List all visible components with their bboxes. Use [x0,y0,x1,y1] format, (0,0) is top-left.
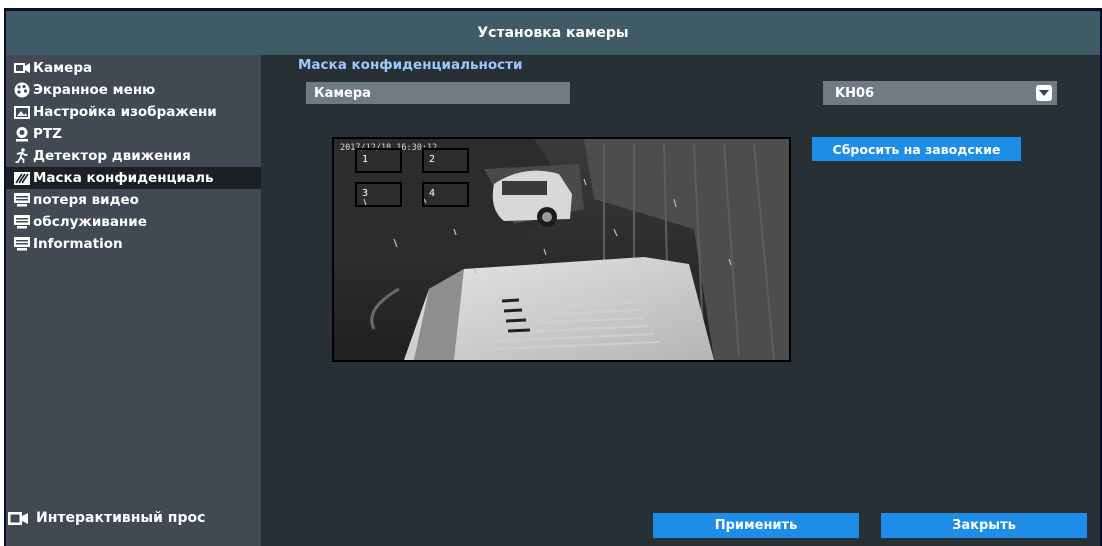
live-view-button[interactable]: Интерактивный прос [8,503,248,533]
palette-icon [13,81,31,99]
channel-select-value: KH06 [835,85,875,101]
mask-area-2[interactable]: 2 [422,148,469,173]
section-title: Маска конфиденциальности [298,57,523,73]
sidebar-item-label: Маска конфиденциаль [33,170,214,186]
monitor-icon [13,191,31,209]
window-title: Установка камеры [6,11,1100,55]
sidebar: Камера Экранное меню Настройка изображен… [6,55,261,546]
channel-select[interactable]: KH06 [823,81,1057,105]
sidebar-item-privacy-mask[interactable]: Маска конфиденциаль [6,167,261,189]
ptz-icon [13,125,31,143]
camera-preview-image [334,139,789,360]
sidebar-item-motion-detection[interactable]: Детектор движения [6,145,261,167]
sidebar-item-video-loss[interactable]: потеря видео [6,189,261,211]
sidebar-item-label: потеря видео [33,192,139,208]
close-button[interactable]: Закрыть [881,513,1087,538]
sidebar-item-camera[interactable]: Камера [6,57,261,79]
sidebar-item-label: Камера [33,60,93,76]
sidebar-item-ptz[interactable]: PTZ [6,123,261,145]
chevron-down-icon[interactable] [1036,85,1052,101]
monitor-icon [13,235,31,253]
sidebar-item-label: Экранное меню [33,82,156,98]
mask-area-4[interactable]: 4 [422,182,469,207]
sidebar-item-label: обслуживание [33,214,147,230]
sidebar-item-label: Детектор движения [33,148,191,164]
sidebar-item-label: PTZ [33,126,62,142]
mask-area-label: 4 [429,188,436,199]
mask-area-label: 2 [429,154,436,165]
camera-icon [8,511,28,526]
mask-area-1[interactable]: 1 [355,148,402,173]
reset-defaults-button[interactable]: Сбросить на заводские [812,137,1021,161]
sidebar-item-label: Information [33,236,123,252]
apply-button[interactable]: Применить [653,513,859,538]
sidebar-item-osd[interactable]: Экранное меню [6,79,261,101]
live-view-label: Интерактивный прос [36,510,206,526]
monitor-icon [13,213,31,231]
image-icon [13,103,31,121]
mask-area-3[interactable]: 3 [355,182,402,207]
privacy-mask-icon [13,169,31,187]
mask-area-label: 3 [362,188,369,199]
sidebar-item-label: Настройка изображени [33,104,217,120]
mask-area-label: 1 [362,154,369,165]
sidebar-item-maintenance[interactable]: обслуживание [6,211,261,233]
camera-preview[interactable]: 2017/12/18 16:30:12 1 2 3 4 [332,137,791,362]
sidebar-item-information[interactable]: Information [6,233,261,255]
sidebar-item-image-settings[interactable]: Настройка изображени [6,101,261,123]
camera-icon [13,59,31,77]
running-person-icon [13,147,31,165]
camera-label: Камера [306,82,570,104]
